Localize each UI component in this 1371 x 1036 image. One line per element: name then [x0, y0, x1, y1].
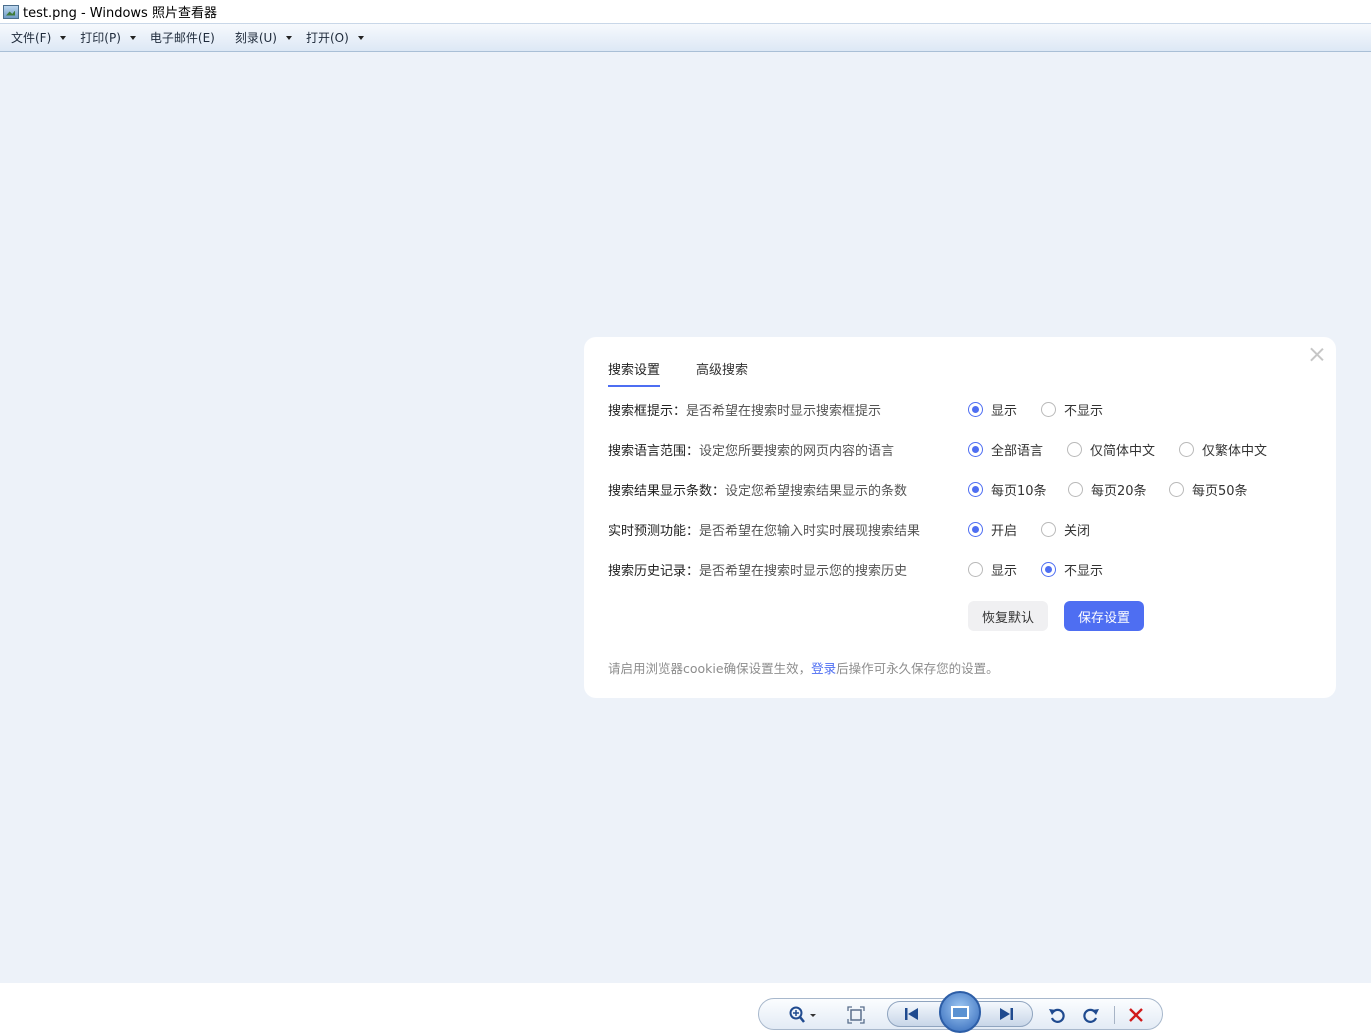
radio-option[interactable]: 显示 — [968, 400, 1017, 419]
zoom-icon[interactable] — [787, 1005, 819, 1025]
menu-burn[interactable]: 刻录(U) — [228, 27, 299, 49]
setting-row-label: 搜索框提示：是否希望在搜索时显示搜索框提示 — [608, 400, 881, 419]
cookie-note: 请启用浏览器cookie确保设置生效，登录后操作可永久保存您的设置。 — [608, 658, 999, 677]
slideshow-icon[interactable] — [939, 991, 981, 1033]
toolbar-divider — [1114, 1006, 1115, 1024]
viewer-controls — [758, 991, 1163, 1033]
setting-title: 实时预测功能： — [608, 524, 700, 539]
setting-description: 是否希望在搜索时显示搜索框提示 — [686, 404, 882, 419]
photo-viewer-icon — [3, 4, 19, 19]
setting-description: 设定您希望搜索结果显示的条数 — [725, 484, 908, 499]
setting-description: 是否希望在搜索时显示您的搜索历史 — [699, 564, 908, 579]
chevron-down-icon — [357, 35, 364, 40]
radio-option[interactable]: 关闭 — [1041, 520, 1090, 539]
radio-label: 每页50条 — [1192, 484, 1248, 499]
radio-option[interactable]: 不显示 — [1041, 560, 1103, 579]
radio-label: 显示 — [991, 564, 1018, 579]
restore-default-button[interactable]: 恢复默认 — [968, 601, 1048, 631]
menu-file[interactable]: 文件(F) — [4, 27, 73, 49]
radio-checked-icon — [968, 442, 983, 457]
setting-title: 搜索框提示： — [608, 404, 687, 419]
radio-label: 仅简体中文 — [1090, 444, 1156, 459]
search-settings-dialog: 搜索设置 高级搜索 搜索框提示：是否希望在搜索时显示搜索框提示 显示 不显示 搜… — [584, 337, 1336, 698]
setting-description: 设定您所要搜索的网页内容的语言 — [699, 444, 895, 459]
title-bar: test.png - Windows 照片查看器 — [0, 0, 1371, 23]
radio-unchecked-icon — [968, 562, 983, 577]
tab-advanced-search[interactable]: 高级搜索 — [696, 359, 748, 385]
menu-open-label: 打开(O) — [306, 31, 349, 45]
radio-checked-icon — [968, 402, 983, 417]
setting-row-label: 搜索语言范围：设定您所要搜索的网页内容的语言 — [608, 440, 894, 459]
radio-label: 开启 — [991, 524, 1018, 539]
menu-open[interactable]: 打开(O) — [299, 27, 371, 49]
radio-label: 显示 — [991, 404, 1018, 419]
radio-unchecked-icon — [1169, 482, 1184, 497]
setting-row-label: 搜索结果显示条数：设定您希望搜索结果显示的条数 — [608, 480, 907, 499]
setting-row-label: 搜索历史记录：是否希望在搜索时显示您的搜索历史 — [608, 560, 907, 579]
radio-option[interactable]: 不显示 — [1041, 400, 1103, 419]
rotate-counterclockwise-icon[interactable] — [1047, 1005, 1067, 1025]
menu-burn-label: 刻录(U) — [234, 31, 277, 45]
radio-option[interactable]: 仅简体中文 — [1067, 440, 1155, 459]
setting-row-label: 实时预测功能：是否希望在您输入时实时展现搜索结果 — [608, 520, 920, 539]
menu-print-label: 打印(P) — [80, 31, 121, 45]
radio-option[interactable]: 每页50条 — [1169, 480, 1248, 499]
radio-label: 全部语言 — [991, 444, 1044, 459]
radio-unchecked-icon — [1041, 522, 1056, 537]
save-settings-button[interactable]: 保存设置 — [1064, 601, 1144, 631]
chevron-down-icon — [60, 35, 67, 40]
menu-email[interactable]: 电子邮件(E) — [143, 27, 222, 49]
menu-file-label: 文件(F) — [11, 31, 52, 45]
menu-email-label: 电子邮件(E) — [149, 31, 215, 45]
radio-label: 不显示 — [1064, 404, 1104, 419]
radio-unchecked-icon — [1068, 482, 1083, 497]
radio-option[interactable]: 开启 — [968, 520, 1017, 539]
radio-unchecked-icon — [1179, 442, 1194, 457]
radio-label: 不显示 — [1064, 564, 1104, 579]
actual-size-icon[interactable] — [846, 1005, 866, 1025]
radio-checked-icon — [968, 482, 983, 497]
setting-title: 搜索语言范围： — [608, 444, 700, 459]
radio-label: 仅繁体中文 — [1202, 444, 1268, 459]
radio-option[interactable]: 仅繁体中文 — [1179, 440, 1267, 459]
radio-label: 关闭 — [1064, 524, 1091, 539]
radio-option[interactable]: 每页10条 — [968, 480, 1047, 499]
radio-option[interactable]: 全部语言 — [968, 440, 1043, 459]
setting-description: 是否希望在您输入时实时展现搜索结果 — [699, 524, 921, 539]
menu-bar: 文件(F) 打印(P) 电子邮件(E) 刻录(U) 打开(O) — [0, 23, 1371, 52]
menu-print[interactable]: 打印(P) — [73, 27, 143, 49]
radio-label: 每页10条 — [991, 484, 1047, 499]
radio-option[interactable]: 显示 — [968, 560, 1017, 579]
radio-checked-icon — [968, 522, 983, 537]
close-icon[interactable] — [1310, 347, 1324, 361]
window-title: test.png - Windows 照片查看器 — [23, 6, 217, 21]
cookie-note-text-after: 后操作可永久保存您的设置。 — [836, 661, 999, 676]
setting-title: 搜索结果显示条数： — [608, 484, 726, 499]
radio-checked-icon — [1041, 562, 1056, 577]
next-icon[interactable] — [996, 1004, 1016, 1024]
chevron-down-icon — [129, 35, 136, 40]
radio-unchecked-icon — [1041, 402, 1056, 417]
radio-option[interactable]: 每页20条 — [1068, 480, 1147, 499]
setting-title: 搜索历史记录： — [608, 564, 700, 579]
radio-unchecked-icon — [1067, 442, 1082, 457]
previous-icon[interactable] — [902, 1004, 922, 1024]
rotate-clockwise-icon[interactable] — [1081, 1005, 1101, 1025]
delete-icon[interactable] — [1126, 1005, 1146, 1025]
bottom-toolbar — [0, 983, 1371, 1036]
tab-search-settings[interactable]: 搜索设置 — [608, 359, 661, 387]
chevron-down-icon — [286, 35, 292, 40]
cookie-note-text: 请启用浏览器cookie确保设置生效， — [608, 661, 812, 676]
radio-label: 每页20条 — [1091, 484, 1147, 499]
login-link[interactable]: 登录 — [811, 661, 836, 676]
